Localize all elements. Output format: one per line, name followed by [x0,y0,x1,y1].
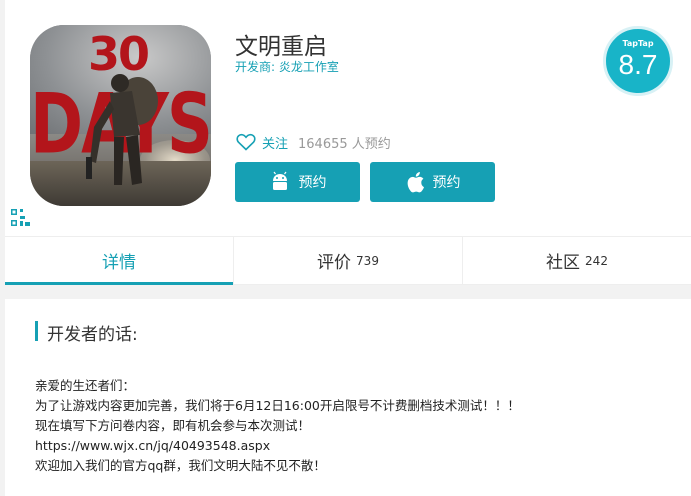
survey-link[interactable]: https://www.wjx.cn/jq/40493548.aspx [35,436,675,456]
follow-row: 关注 164655 人预约 [236,132,391,152]
taptap-score-badge: TapTap 8.7 [603,26,673,96]
developer-notes-panel: 开发者的话: 亲爱的生还者们： 为了让游戏内容更加完善，我们将于6月12日16:… [5,299,691,496]
apple-icon [407,172,424,193]
tab-reviews-label: 评价 [317,253,352,273]
score-value: 8.7 [618,49,658,80]
note-line: 欢迎加入我们的官方qq群，我们文明大陆不见不散！ [35,458,326,473]
follow-button[interactable]: 关注 [262,133,288,152]
section-accent-bar [35,321,38,341]
tab-community[interactable]: 社区 242 [463,237,691,284]
app-title: 文明重启 [235,34,327,60]
tab-reviews-count: 739 [356,253,379,268]
tab-community-label: 社区 [546,253,581,273]
survivor-figure [86,74,158,185]
heart-icon[interactable] [236,133,256,151]
tab-details[interactable]: 详情 [5,237,234,285]
developer-link[interactable]: 开发商: 炎龙工作室 [235,58,339,75]
android-button-label: 预约 [298,175,327,191]
reservation-count: 164655 人预约 [298,136,391,152]
developer-notes-text: 亲爱的生还者们： 为了让游戏内容更加完善，我们将于6月12日16:00开启限号不… [35,376,675,476]
qr-code-icon[interactable] [10,208,32,228]
android-reserve-button[interactable]: 预约 [235,162,360,202]
tab-bar: 详情 评价 739 社区 242 [5,236,691,285]
tab-details-label: 详情 [102,253,136,273]
tab-community-count: 242 [585,253,608,268]
tab-reviews[interactable]: 评价 739 [234,237,463,284]
android-icon [272,171,287,190]
note-line: 为了让游戏内容更加完善，我们将于6月12日16:00开启限号不计费删档技术测试！… [35,398,520,413]
score-brand: TapTap [622,39,654,48]
section-title: 开发者的话: [47,325,138,345]
note-line: 亲爱的生还者们： [35,378,136,393]
ios-reserve-button[interactable]: 预约 [370,162,495,202]
app-icon: 30 DAYS [30,25,211,206]
note-line: 现在填写下方问卷内容，即有机会参与本次测试！ [35,418,311,433]
ios-button-label: 预约 [432,175,461,191]
